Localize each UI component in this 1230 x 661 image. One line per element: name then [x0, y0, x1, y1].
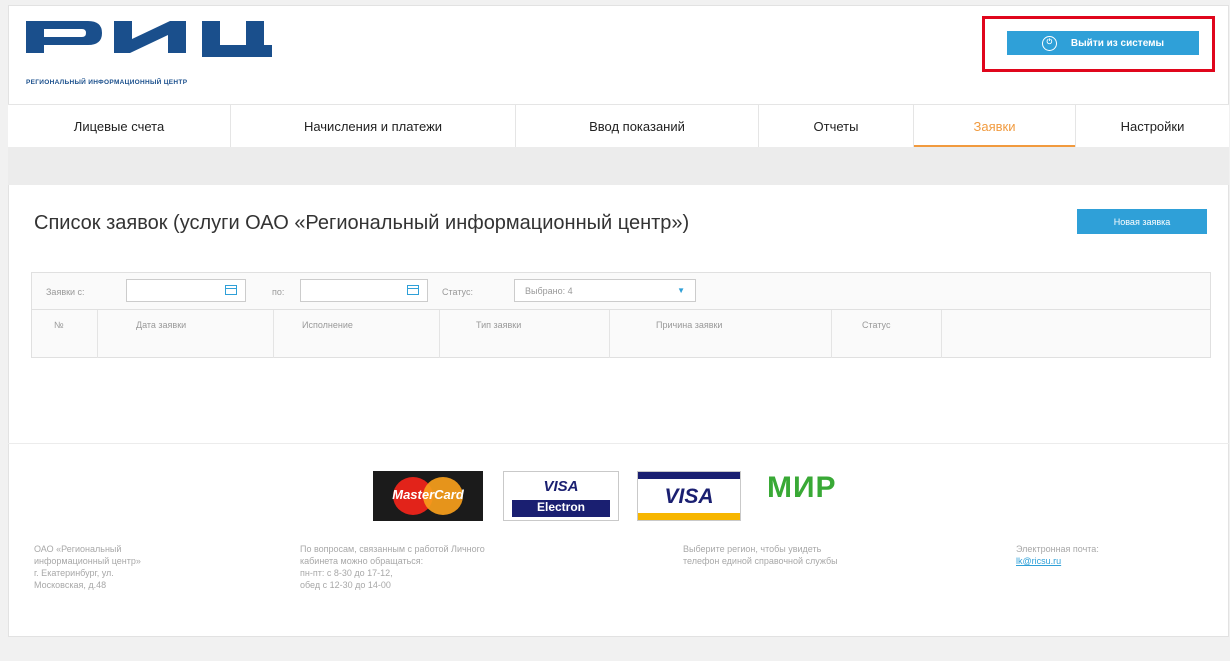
column-header-status[interactable]: Статус	[832, 310, 942, 358]
mir-text: МИР	[767, 471, 837, 504]
status-select-value: Выбрано: 4	[525, 286, 573, 296]
mir-logo: МИР	[767, 471, 887, 521]
tab-settings[interactable]: Настройки	[1076, 105, 1229, 147]
subnav-band	[8, 147, 1229, 185]
footer-divider	[8, 443, 1229, 444]
exit-highlight-frame: ⏻ Выйти из системы	[982, 16, 1215, 72]
date-to-label: по:	[272, 287, 285, 297]
mastercard-text: MasterCard	[392, 487, 464, 502]
footer-text: телефон единой справочной службы	[683, 556, 838, 566]
tab-label: Ввод показаний	[589, 118, 685, 134]
logo-tagline: РЕГИОНАЛЬНЫЙ ИНФОРМАЦИОННЫЙ ЦЕНТР	[26, 79, 188, 86]
visa-electron-top: VISA	[543, 478, 579, 495]
tab-accounts[interactable]: Лицевые счета	[8, 105, 231, 147]
footer-text: г. Екатеринбург, ул.	[34, 568, 114, 578]
column-header-date[interactable]: Дата заявки	[98, 310, 274, 358]
calendar-icon[interactable]	[225, 285, 237, 295]
column-header-execution[interactable]: Исполнение	[274, 310, 440, 358]
column-header-reason[interactable]: Причина заявки	[610, 310, 832, 358]
tab-label: Отчеты	[813, 118, 859, 134]
footer-company-info: ОАО «Региональный информационный центр» …	[34, 543, 194, 591]
filter-bar: Заявки с: по: Статус: Выбрано: 4 ▼	[31, 272, 1211, 310]
footer-text: Выберите регион, чтобы увидеть	[683, 544, 822, 554]
tab-requests[interactable]: Заявки	[914, 105, 1076, 148]
status-select[interactable]: Выбрано: 4 ▼	[514, 279, 696, 302]
footer-region-info: Выберите регион, чтобы увидеть телефон е…	[683, 543, 973, 567]
visa-electron-logo: VISA Electron	[503, 471, 619, 521]
exit-button[interactable]: ⏻ Выйти из системы	[1007, 31, 1199, 55]
visa-electron-bottom: Electron	[512, 500, 610, 517]
footer-email-info: Электронная почта: lk@ricsu.ru	[1016, 543, 1206, 567]
footer-text: обед с 12-30 до 14-00	[300, 580, 391, 590]
footer-support-info: По вопросам, связанным с работой Личного…	[300, 543, 660, 591]
logo-mark	[26, 21, 272, 57]
requests-table-header: № Дата заявки Исполнение Тип заявки Прич…	[31, 310, 1211, 358]
footer-text: ОАО «Региональный	[34, 544, 122, 554]
power-icon: ⏻	[1041, 35, 1057, 51]
footer-text: По вопросам, связанным с работой Личного	[300, 544, 485, 554]
tab-label: Начисления и платежи	[303, 118, 443, 134]
status-label: Статус:	[442, 287, 473, 297]
footer-text: кабинета можно обращаться:	[300, 556, 424, 566]
footer-text: информационный центр»	[34, 556, 141, 566]
footer-text: пн-пт: с 8-30 до 17-12,	[300, 568, 393, 578]
calendar-icon[interactable]	[407, 285, 419, 295]
mastercard-logo: MasterCard	[373, 471, 483, 521]
page-title: Список заявок (услуги ОАО «Региональный …	[34, 212, 690, 234]
date-to-input[interactable]	[300, 279, 428, 302]
logo[interactable]: РЕГИОНАЛЬНЫЙ ИНФОРМАЦИОННЫЙ ЦЕНТР	[10, 17, 300, 86]
tab-reports[interactable]: Отчеты	[759, 105, 914, 147]
visa-logo: VISA	[637, 471, 741, 521]
new-request-button[interactable]: Новая заявка	[1077, 209, 1207, 234]
tab-charges-payments[interactable]: Начисления и платежи	[231, 105, 516, 147]
date-from-input[interactable]	[126, 279, 246, 302]
footer-text: Московская, д.48	[34, 580, 107, 590]
column-header-number[interactable]: №	[32, 310, 98, 358]
tab-label: Настройки	[1120, 118, 1185, 134]
visa-text: VISA	[664, 485, 714, 508]
email-link[interactable]: lk@ricsu.ru	[1016, 556, 1061, 566]
tab-label: Лицевые счета	[73, 118, 165, 134]
tab-meter-readings[interactable]: Ввод показаний	[516, 105, 759, 147]
date-from-label: Заявки с:	[46, 287, 85, 297]
footer-text: Электронная почта:	[1016, 544, 1099, 554]
chevron-down-icon: ▼	[677, 286, 685, 295]
tab-label: Заявки	[973, 118, 1016, 134]
column-header-type[interactable]: Тип заявки	[440, 310, 610, 358]
exit-button-label: Выйти из системы	[1070, 37, 1165, 49]
main-nav: Лицевые счета Начисления и платежи Ввод …	[8, 104, 1229, 148]
